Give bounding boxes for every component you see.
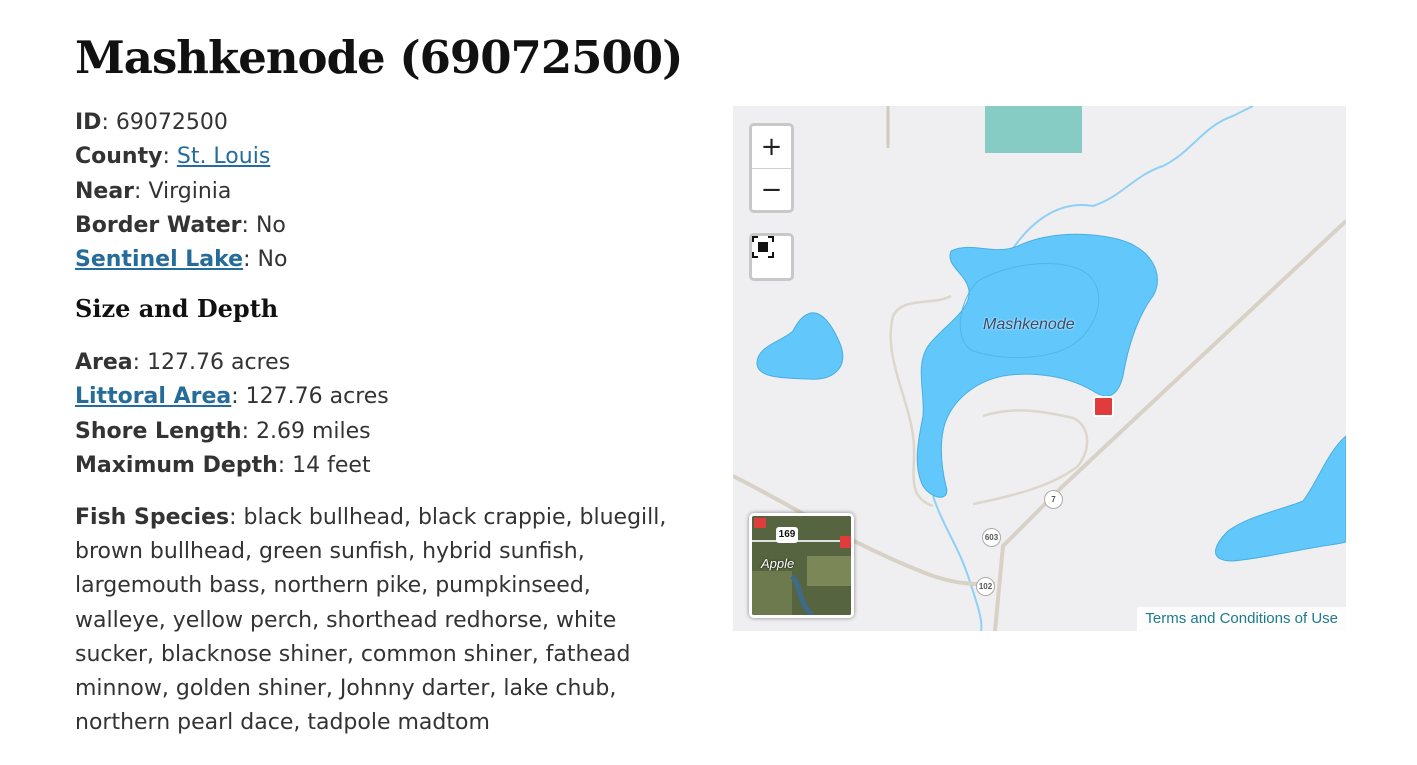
shore-length-row: Shore Length: 2.69 miles <box>75 418 371 444</box>
county-label: County <box>75 144 163 170</box>
fish-species: Fish Species: black bullhead, black crap… <box>75 505 667 736</box>
map-lake-label: Mashkenode <box>983 316 1075 333</box>
page-title: Mashkenode (69072500) <box>75 31 683 84</box>
size-depth-heading: Size and Depth <box>75 294 279 323</box>
max-depth-label: Maximum Depth <box>75 452 278 478</box>
lake-map[interactable]: Mashkenode 7 603 102 + − 169 Apple Terms… <box>733 106 1346 631</box>
max-depth-row: Maximum Depth: 14 feet <box>75 452 371 478</box>
road-7-shield: 7 <box>1044 490 1063 509</box>
near-row: Near: Virginia <box>75 178 232 204</box>
zoom-in-button[interactable]: + <box>752 126 791 168</box>
fullscreen-icon <box>752 236 774 258</box>
road-102-shield: 102 <box>976 577 995 596</box>
littoral-area-link[interactable]: Littoral Area <box>75 384 231 409</box>
near-value: Virginia <box>148 178 232 204</box>
fullscreen-button[interactable] <box>749 233 794 281</box>
sentinel-lake-value: No <box>257 247 288 273</box>
county-row: County: St. Louis <box>75 144 271 170</box>
area-value: 127.76 acres <box>147 350 291 375</box>
border-water-value: No <box>255 212 286 238</box>
sentinel-lake-link[interactable]: Sentinel Lake <box>75 247 243 272</box>
id-row: ID: 69072500 <box>75 110 228 135</box>
terms-link[interactable]: Terms and Conditions of Use <box>1137 607 1346 631</box>
border-water-label: Border Water <box>75 212 242 238</box>
littoral-area-value: 127.76 acres <box>245 384 389 410</box>
near-label: Near <box>75 178 135 204</box>
minimap-label: Apple <box>761 556 795 571</box>
zoom-control: + − <box>749 123 794 213</box>
basemap-toggle-thumbnail[interactable]: 169 Apple <box>749 513 854 618</box>
lake-info: ID: 69072500 County: St. Louis Near: Vir… <box>75 106 695 277</box>
fish-species-label: Fish Species <box>75 505 230 530</box>
area-row: Area: 127.76 acres <box>75 350 291 375</box>
road-603-shield: 603 <box>982 528 1001 547</box>
park-area <box>985 106 1082 153</box>
size-depth-info: Area: 127.76 acres Littoral Area: 127.76… <box>75 346 695 483</box>
minimap-highway-shield: 169 <box>776 527 798 543</box>
county-link[interactable]: St. Louis <box>177 144 270 169</box>
id-value: 69072500 <box>115 110 228 135</box>
shore-length-value: 2.69 miles <box>256 418 371 444</box>
max-depth-value: 14 feet <box>292 452 371 478</box>
fish-species-list: black bullhead, black crappie, bluegill,… <box>75 505 667 736</box>
littoral-area-row: Littoral Area: 127.76 acres <box>75 384 389 410</box>
area-label: Area <box>75 350 133 375</box>
boat-access-icon[interactable] <box>1093 396 1114 417</box>
id-label: ID <box>75 110 102 135</box>
sentinel-lake-row: Sentinel Lake: No <box>75 247 288 273</box>
border-water-row: Border Water: No <box>75 212 286 238</box>
shore-length-label: Shore Length <box>75 418 242 444</box>
zoom-out-button[interactable]: − <box>752 168 791 211</box>
